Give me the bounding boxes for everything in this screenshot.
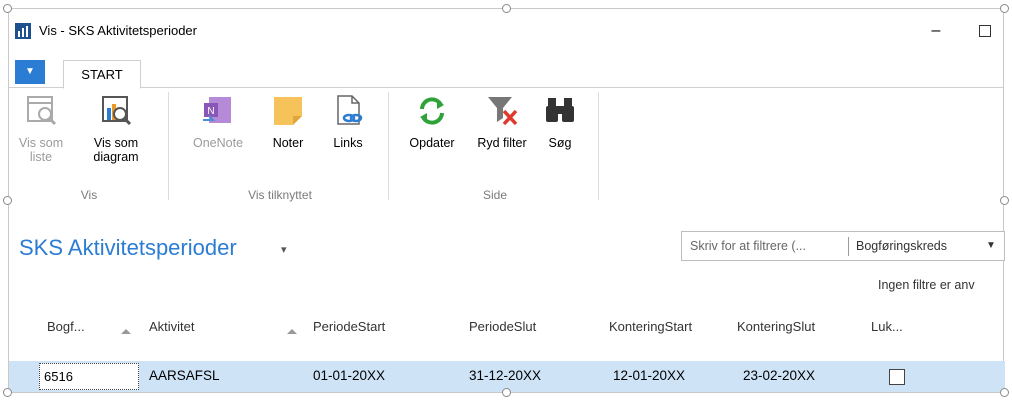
group-separator <box>388 92 389 200</box>
app-menu-button[interactable]: ▼ <box>15 60 45 84</box>
maximize-button[interactable] <box>973 19 997 43</box>
cell-konteringslut[interactable]: 23-02-20XX <box>743 368 815 383</box>
clear-filter-button[interactable]: Ryd filter <box>475 94 529 150</box>
group-label-side: Side <box>482 188 508 202</box>
no-filter-text: Ingen filtre er anv <box>878 278 975 292</box>
cell-konteringstart[interactable]: 12-01-20XX <box>613 368 685 383</box>
column-header-periodestart[interactable]: PeriodeStart <box>313 319 385 334</box>
refresh-icon <box>415 94 449 128</box>
button-label: Søg <box>548 136 572 150</box>
cell-bogf[interactable]: 6516 <box>39 363 139 390</box>
resize-handle[interactable] <box>502 4 511 13</box>
resize-handle[interactable] <box>1000 196 1009 205</box>
ribbon-group-vis: Vis som liste Vis som diagram Vis <box>9 88 169 206</box>
button-label: Vis som liste <box>18 136 64 164</box>
button-label: Opdater <box>409 136 455 150</box>
links-icon <box>331 94 365 128</box>
grid-header: Bogf... Aktivitet PeriodeStart PeriodeSl… <box>9 311 1003 341</box>
filter-input[interactable]: Skriv for at filtrere (... <box>690 239 806 253</box>
binoculars-icon <box>543 94 577 128</box>
button-label: Vis som diagram <box>93 136 139 164</box>
ribbon-group-vis-tilknyttet: N OneNote Noter Links Vis tilknyttet <box>171 88 389 206</box>
clear-filter-icon <box>485 94 519 128</box>
group-label-vis: Vis <box>80 188 98 202</box>
cell-aktivitet[interactable]: AARSAFSL <box>149 368 220 383</box>
ribbon-group-side: Opdater Ryd filter Søg Side <box>391 88 599 206</box>
resize-handle[interactable] <box>1000 388 1009 397</box>
filter-box: Skriv for at filtrere (... Bogføringskre… <box>681 231 1005 261</box>
button-label: Ryd filter <box>477 136 527 150</box>
group-separator <box>168 92 169 200</box>
group-label-vis-tilknyttet: Vis tilknyttet <box>248 188 312 202</box>
notes-button[interactable]: Noter <box>263 94 313 150</box>
sort-icon <box>287 329 297 334</box>
chart-view-icon <box>99 94 133 128</box>
column-header-aktivitet[interactable]: Aktivitet <box>149 319 195 334</box>
view-as-chart-button[interactable]: Vis som diagram <box>83 94 149 164</box>
column-header-konteringslut[interactable]: KonteringSlut <box>737 319 815 334</box>
button-label: Links <box>333 136 363 150</box>
column-header-konteringstart[interactable]: KonteringStart <box>609 319 692 334</box>
button-label: Noter <box>272 136 304 150</box>
title-bar: Vis - SKS Aktivitetsperioder – <box>9 9 1003 55</box>
luk-checkbox[interactable] <box>889 369 905 385</box>
app-icon <box>15 23 31 39</box>
resize-handle[interactable] <box>3 196 12 205</box>
filter-separator <box>848 237 849 256</box>
resize-handle[interactable] <box>1000 4 1009 13</box>
svg-text:N: N <box>207 106 214 117</box>
view-as-list-button[interactable]: Vis som liste <box>15 94 67 164</box>
filter-field-select[interactable]: Bogføringskreds <box>856 239 947 253</box>
resize-handle[interactable] <box>502 388 511 397</box>
onenote-button[interactable]: N OneNote <box>185 94 251 150</box>
button-label: OneNote <box>192 136 244 150</box>
resize-handle[interactable] <box>3 4 12 13</box>
column-header-bogf[interactable]: Bogf... <box>47 319 85 334</box>
ribbon-tabs: ▼ START <box>9 55 1003 89</box>
ribbon: Vis som liste Vis som diagram Vis N OneN… <box>9 88 1003 206</box>
search-button[interactable]: Søg <box>537 94 583 150</box>
window-title: Vis - SKS Aktivitetsperioder <box>39 23 197 38</box>
cell-periodestart[interactable]: 01-01-20XX <box>313 368 385 383</box>
app-window: Vis - SKS Aktivitetsperioder – ▼ START V… <box>8 8 1005 393</box>
resize-handle[interactable] <box>3 388 12 397</box>
minimize-button[interactable]: – <box>924 19 948 43</box>
list-view-icon <box>24 94 58 128</box>
column-header-periodeslut[interactable]: PeriodeSlut <box>469 319 536 334</box>
column-header-luk[interactable]: Luk... <box>871 319 903 334</box>
note-icon <box>271 94 305 128</box>
chevron-down-icon[interactable]: ▼ <box>986 240 996 251</box>
refresh-button[interactable]: Opdater <box>399 94 465 150</box>
tab-start[interactable]: START <box>63 60 141 89</box>
title-menu-caret-icon[interactable]: ▾ <box>281 243 287 256</box>
onenote-icon: N <box>201 94 235 128</box>
cell-periodeslut[interactable]: 31-12-20XX <box>469 368 541 383</box>
links-button[interactable]: Links <box>325 94 371 150</box>
sort-icon <box>121 329 131 334</box>
group-separator <box>598 92 599 200</box>
page-title: SKS Aktivitetsperioder <box>19 235 237 260</box>
maximize-icon <box>979 25 991 37</box>
